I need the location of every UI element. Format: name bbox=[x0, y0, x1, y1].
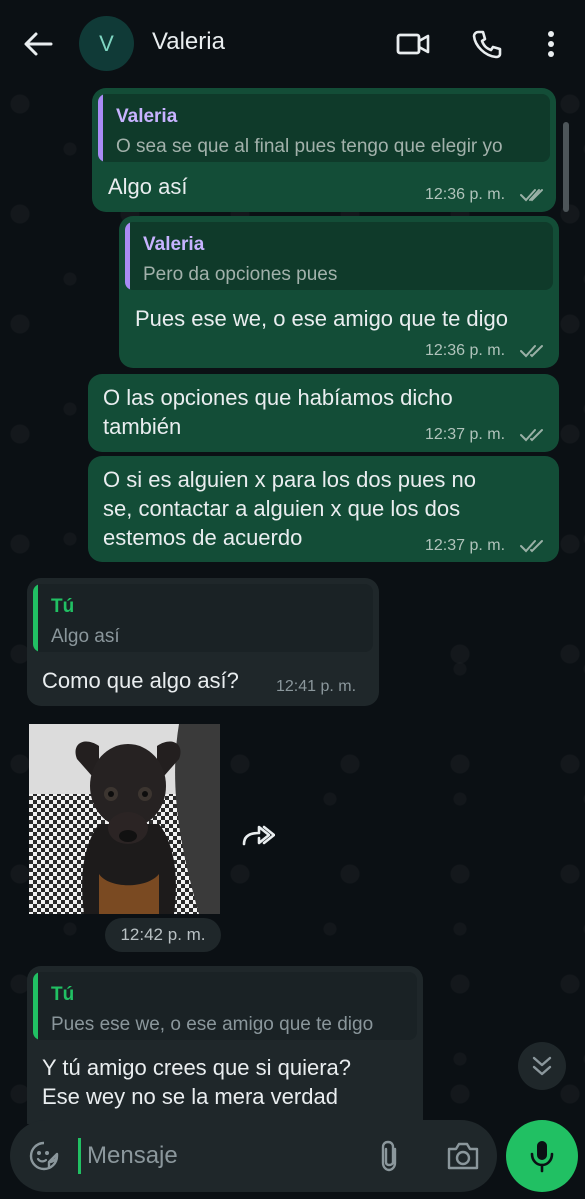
message-bubble[interactable]: Tú Pues ese we, o ese amigo que te digo … bbox=[27, 966, 423, 1124]
message-text: Pues ese we, o ese amigo que te digo bbox=[135, 306, 509, 331]
quote-sender: Valeria bbox=[116, 106, 178, 127]
double-chevron-down-icon bbox=[532, 1056, 552, 1076]
quote-text: Algo así bbox=[51, 626, 120, 647]
quote-text: Pues ese we, o ese amigo que te digo bbox=[51, 1014, 374, 1035]
quote-sender: Tú bbox=[51, 984, 75, 1005]
message-text-line: Ese wey no se la mera verdad bbox=[42, 1084, 338, 1109]
message-bubble[interactable]: O si es alguien x para los dos pues no s… bbox=[88, 456, 559, 562]
more-options-button[interactable] bbox=[531, 24, 571, 64]
quote-sender: Tú bbox=[51, 596, 75, 617]
scroll-to-bottom-button[interactable] bbox=[518, 1042, 566, 1090]
image-time: 12:42 p. m. bbox=[105, 918, 221, 952]
message-bubble[interactable]: Valeria Pero da opciones pues Pues ese w… bbox=[119, 216, 559, 368]
message-text-line: O las opciones que habíamos dicho bbox=[103, 385, 453, 410]
sticker-smiley-icon bbox=[29, 1141, 59, 1171]
quote-sender: Valeria bbox=[143, 234, 205, 255]
quoted-message[interactable]: Tú Pues ese we, o ese amigo que te digo bbox=[33, 972, 417, 1040]
contact-name[interactable]: Valeria bbox=[152, 28, 225, 56]
avatar[interactable]: V bbox=[79, 16, 134, 71]
message-text: Algo así bbox=[108, 174, 188, 199]
message-text-line: estemos de acuerdo bbox=[103, 525, 303, 550]
read-ticks-icon bbox=[520, 345, 543, 358]
message-bubble[interactable]: Tú Algo así Como que algo así? 12:41 p. … bbox=[27, 578, 379, 706]
back-button[interactable] bbox=[18, 24, 58, 64]
read-ticks-icon bbox=[520, 189, 543, 202]
paperclip-icon bbox=[381, 1140, 397, 1172]
message-composer bbox=[10, 1120, 497, 1192]
video-call-button[interactable] bbox=[393, 24, 433, 64]
message-text-line: también bbox=[103, 414, 182, 439]
arrow-left-icon bbox=[24, 32, 53, 56]
camera-button[interactable] bbox=[444, 1138, 482, 1174]
read-ticks-icon bbox=[520, 429, 543, 442]
image-message[interactable] bbox=[29, 724, 220, 914]
forward-arrow-icon bbox=[242, 825, 275, 846]
quoted-message[interactable]: Valeria Pero da opciones pues bbox=[125, 222, 553, 290]
avatar-letter: V bbox=[99, 30, 114, 56]
quote-text: O sea se que al final pues tengo que ele… bbox=[116, 136, 503, 157]
forward-button[interactable] bbox=[236, 814, 280, 858]
message-text-line: O si es alguien x para los dos pues no bbox=[103, 467, 477, 492]
message-text-line: se, contactar a alguien x que los dos bbox=[103, 496, 461, 521]
message-text: Como que algo así? bbox=[42, 668, 239, 693]
attach-button[interactable] bbox=[372, 1138, 408, 1174]
message-time: 12:37 p. m. bbox=[425, 426, 506, 443]
quote-bar bbox=[33, 584, 38, 652]
voice-message-button[interactable] bbox=[506, 1120, 578, 1192]
quote-bar bbox=[33, 972, 38, 1040]
quote-bar bbox=[125, 222, 130, 290]
message-bubble[interactable]: Valeria O sea se que al final pues tengo… bbox=[92, 88, 556, 212]
message-time: 12:36 p. m. bbox=[425, 342, 506, 359]
message-bubble[interactable]: O las opciones que habíamos dicho tambié… bbox=[88, 374, 559, 452]
microphone-icon bbox=[530, 1141, 554, 1173]
chat-area[interactable]: Valeria O sea se que al final pues tengo… bbox=[0, 84, 585, 1124]
video-camera-icon bbox=[396, 33, 430, 55]
chat-header: V Valeria bbox=[0, 0, 585, 84]
message-time: 12:36 p. m. bbox=[425, 186, 506, 203]
message-time: 12:41 p. m. bbox=[276, 678, 357, 695]
dog-photo bbox=[29, 724, 220, 914]
quote-bar bbox=[98, 94, 103, 162]
phone-icon bbox=[472, 30, 502, 59]
voice-call-button[interactable] bbox=[467, 24, 507, 64]
read-ticks-icon bbox=[520, 540, 543, 553]
message-time: 12:37 p. m. bbox=[425, 537, 506, 554]
scrollbar[interactable] bbox=[563, 122, 569, 212]
quoted-message[interactable]: Valeria O sea se que al final pues tengo… bbox=[98, 94, 550, 162]
more-vertical-icon bbox=[548, 31, 554, 57]
quote-text: Pero da opciones pues bbox=[143, 264, 338, 285]
message-input[interactable] bbox=[78, 1138, 368, 1174]
message-text-line: Y tú amigo crees que si quiera? bbox=[42, 1055, 351, 1080]
emoji-sticker-button[interactable] bbox=[26, 1138, 62, 1174]
quoted-message[interactable]: Tú Algo así bbox=[33, 584, 373, 652]
camera-icon bbox=[447, 1142, 479, 1170]
